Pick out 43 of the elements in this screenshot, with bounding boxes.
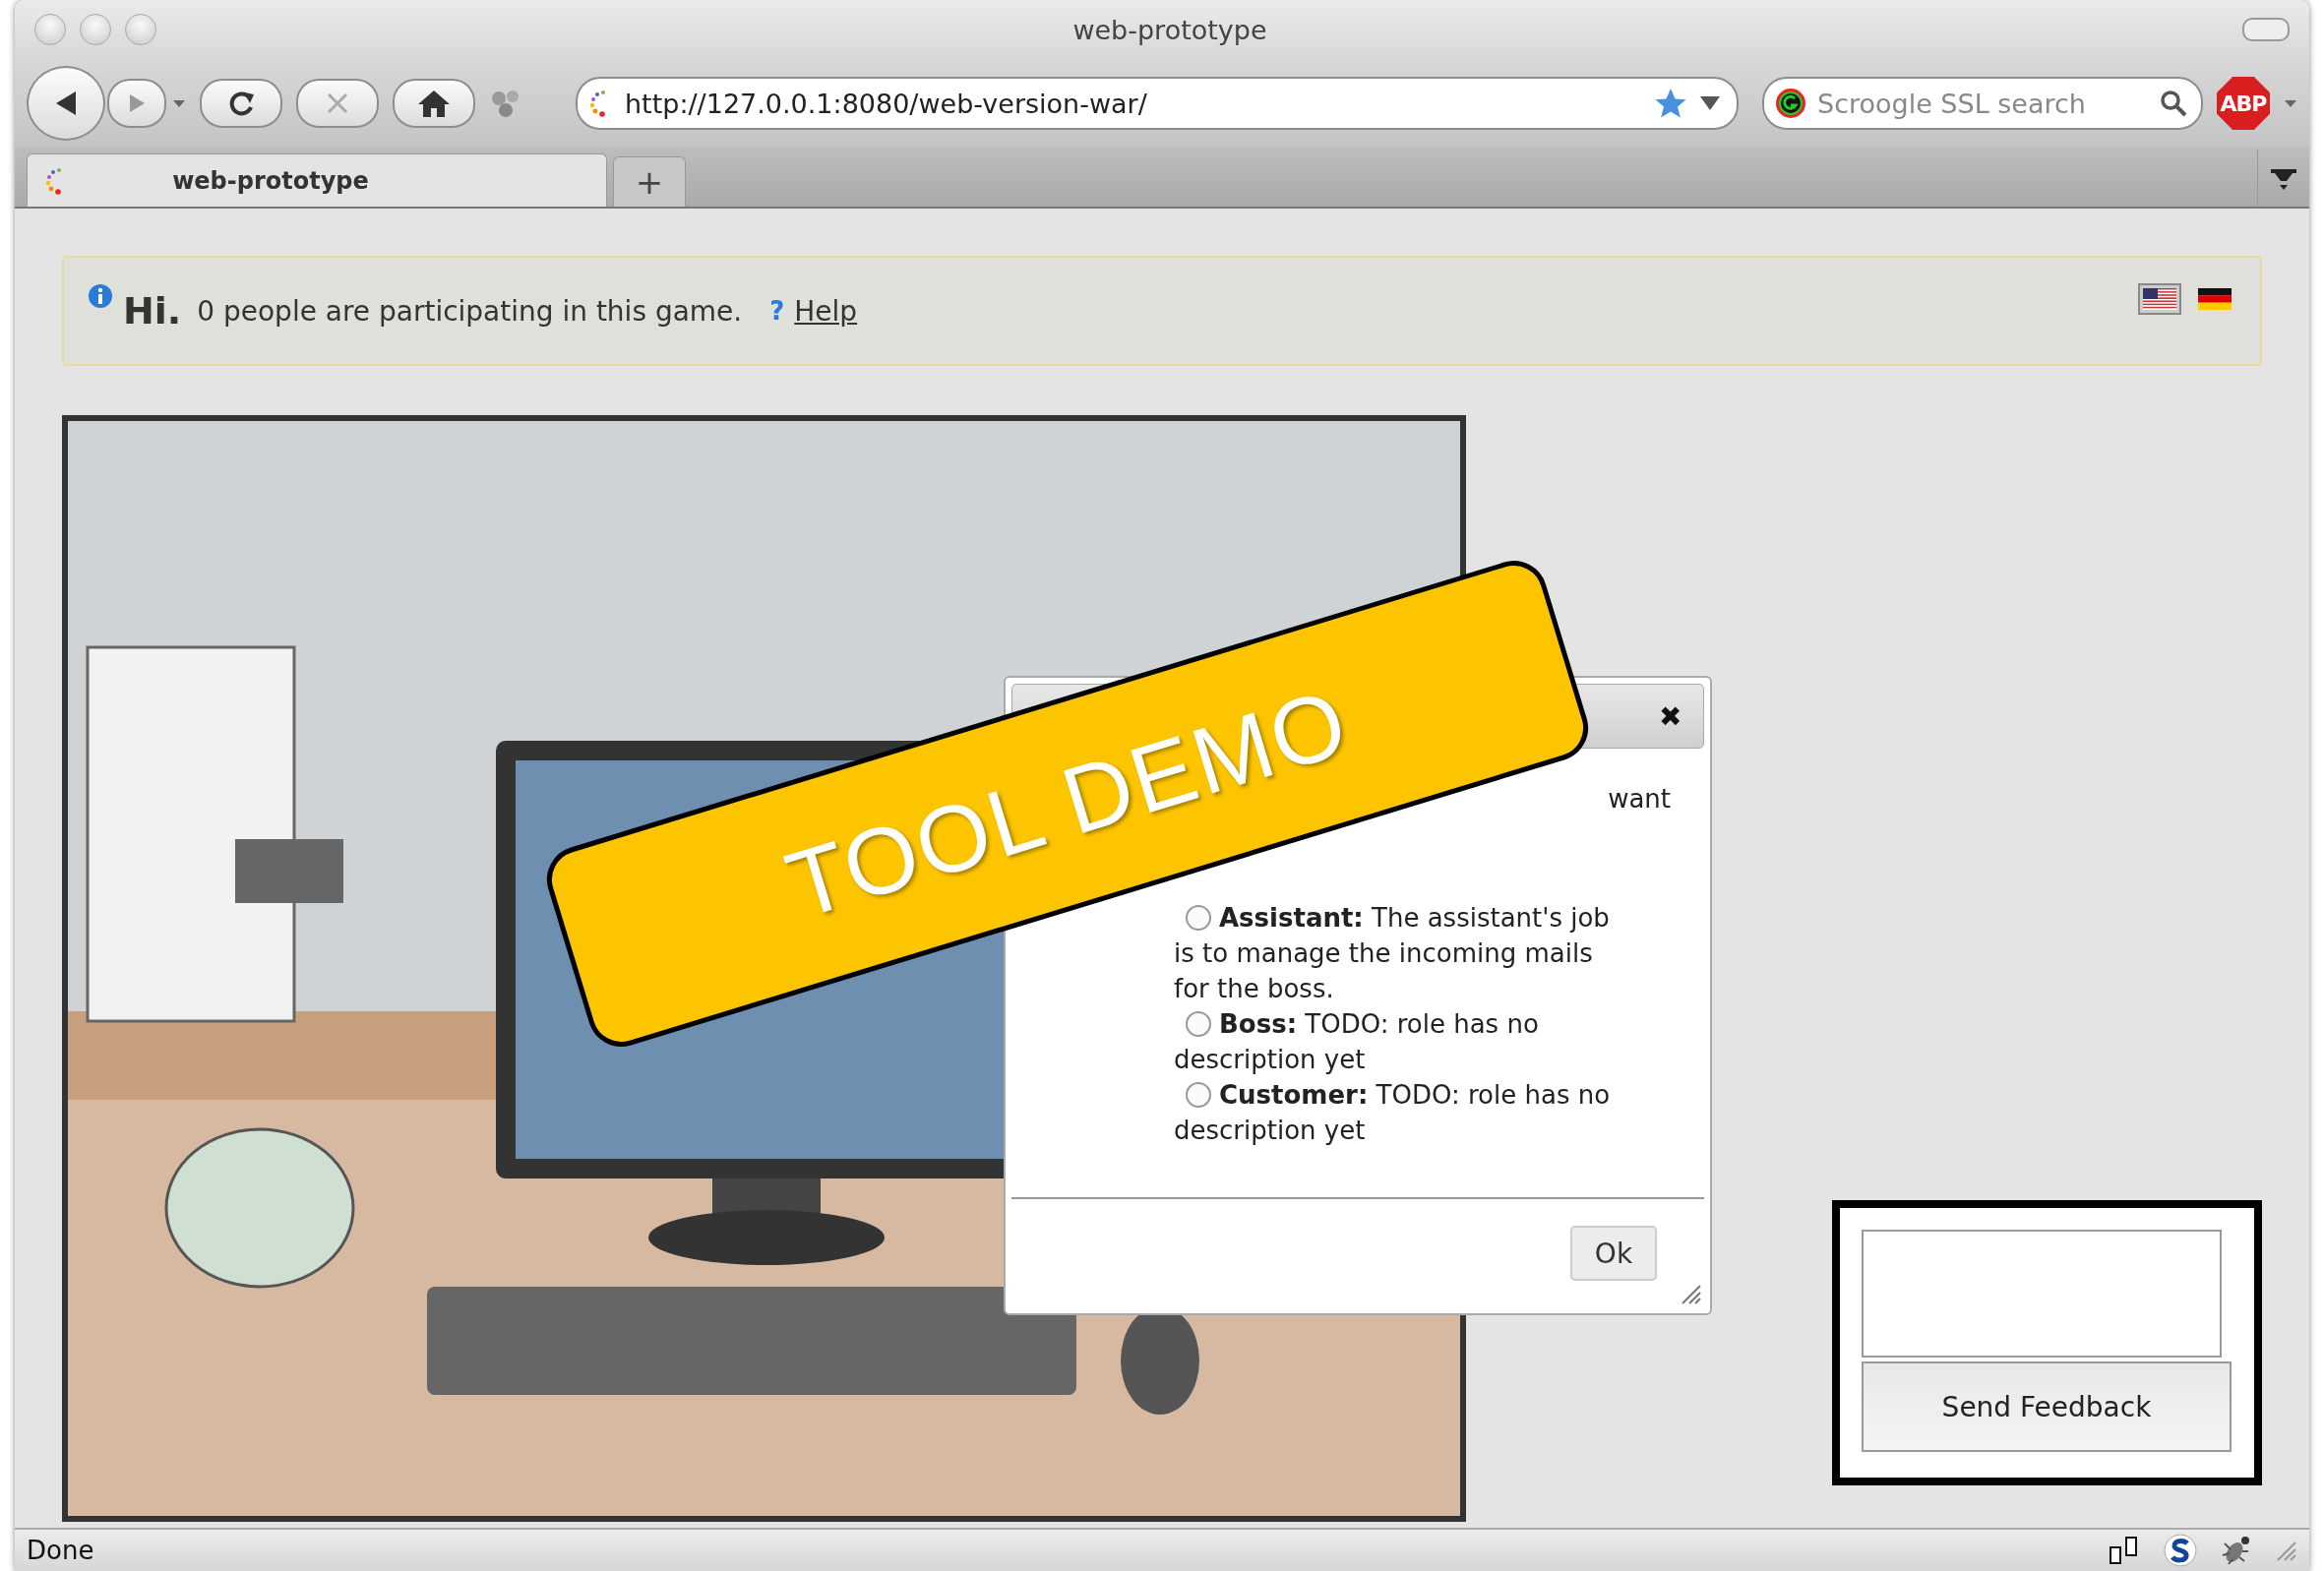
close-icon <box>325 91 350 116</box>
radio-button[interactable] <box>1186 1011 1211 1037</box>
dropdown-caret-icon[interactable] <box>1699 95 1721 111</box>
participants-text: 0 people are participating in this game. <box>197 294 743 328</box>
send-feedback-button[interactable]: Send Feedback <box>1862 1361 2232 1452</box>
help-mark: ? <box>769 296 785 326</box>
window-title: web-prototype <box>1071 14 1268 45</box>
forward-button[interactable] <box>107 79 166 128</box>
search-field[interactable]: Scroogle SSL search <box>1815 87 2152 120</box>
search-box[interactable]: Scroogle SSL search <box>1762 77 2203 130</box>
search-icon[interactable] <box>2160 90 2187 117</box>
info-icon <box>88 283 113 309</box>
adblock-button[interactable]: ABP <box>2217 77 2270 130</box>
home-icon <box>417 89 451 118</box>
us-flag-icon <box>2143 288 2176 310</box>
zoom-window-button[interactable] <box>125 14 156 45</box>
right-arrow-icon <box>127 92 147 114</box>
help-link[interactable]: Help <box>794 294 858 328</box>
toolbar-toggle-button[interactable] <box>2242 18 2290 41</box>
close-window-button[interactable] <box>34 14 66 45</box>
address-field[interactable]: http://127.0.0.1:8080/web-version-war/ <box>576 77 1739 130</box>
dropdown-caret-icon[interactable] <box>2284 98 2297 108</box>
stop-button[interactable] <box>296 79 379 128</box>
home-button[interactable] <box>393 79 475 128</box>
search-engine-icon[interactable] <box>1774 87 1807 120</box>
language-option[interactable] <box>2138 283 2181 315</box>
history-caret-icon[interactable] <box>172 98 186 108</box>
german-flag-icon <box>2198 288 2232 310</box>
radio-button[interactable] <box>1186 1082 1211 1108</box>
s-logo-icon <box>2164 1534 2197 1567</box>
greeting-text: Hi. <box>123 289 182 332</box>
role-option[interactable]: Customer: TODO: role has no description yet <box>1174 1077 1635 1148</box>
minimize-window-button[interactable] <box>80 14 111 45</box>
radio-button[interactable] <box>1186 905 1211 931</box>
ok-button[interactable]: Ok <box>1570 1226 1657 1281</box>
status-text: Done <box>27 1536 94 1565</box>
browser-tab[interactable]: web-prototype <box>27 153 607 207</box>
close-button[interactable]: ✖ <box>1659 699 1682 733</box>
new-tab-button[interactable]: + <box>613 156 686 207</box>
feedback-input-field[interactable] <box>1862 1230 2222 1358</box>
dialog-intro-text: want <box>1608 784 1671 814</box>
star-icon[interactable] <box>1654 87 1687 120</box>
reload-button[interactable] <box>200 79 282 128</box>
